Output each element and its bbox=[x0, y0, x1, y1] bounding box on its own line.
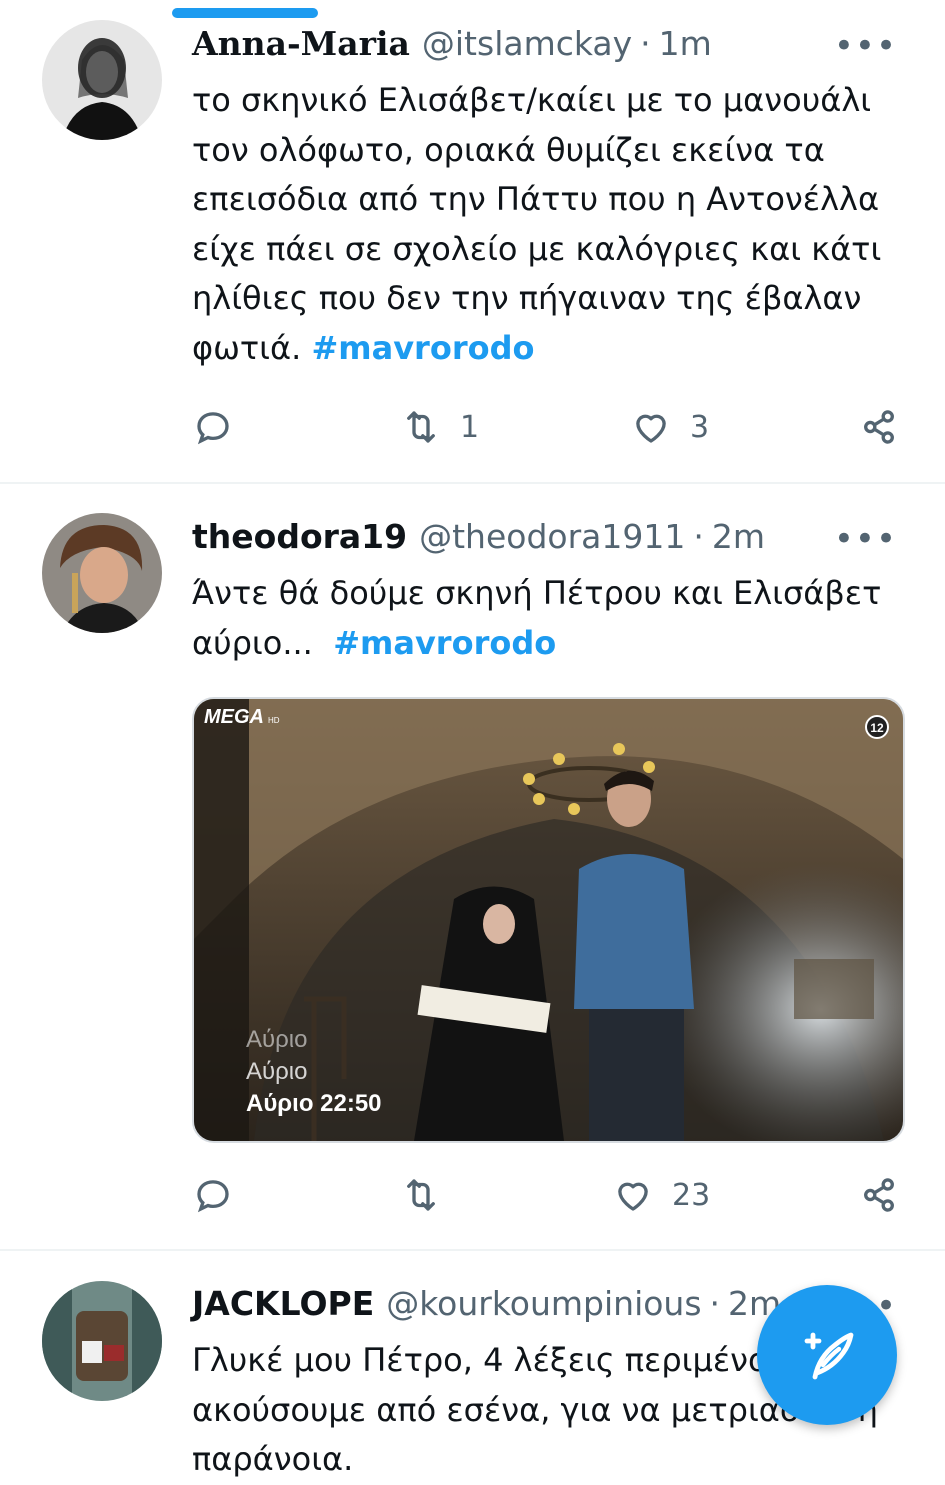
avatar[interactable] bbox=[42, 513, 162, 633]
tweet-media-image[interactable]: MEGA HD 12 Αύριο Αύριο Αύριο 22:50 bbox=[192, 697, 905, 1143]
text-line: φωτιά. #mavrorodo bbox=[192, 324, 912, 374]
separator-dot: · bbox=[640, 24, 651, 63]
avatar-image bbox=[42, 513, 162, 633]
share-icon bbox=[864, 410, 894, 444]
like-button[interactable]: 3 bbox=[630, 406, 709, 448]
action-bar: 1 3 bbox=[192, 406, 902, 446]
retweet-button[interactable]: 1 bbox=[400, 406, 479, 448]
avatar[interactable] bbox=[42, 1281, 162, 1401]
retweet-button[interactable] bbox=[400, 1174, 460, 1216]
tweet-header: JACKLOPE @kourkoumpinious · 2m bbox=[192, 1284, 781, 1328]
tweet-header: Anna-Maria @itslamckay · 1m bbox=[192, 24, 712, 68]
text-fragment: φωτιά. bbox=[192, 328, 312, 367]
compose-tweet-button[interactable] bbox=[757, 1285, 897, 1425]
like-count: 23 bbox=[672, 1177, 711, 1213]
user-handle[interactable]: @kourkoumpinious bbox=[386, 1284, 701, 1323]
avatar-image bbox=[42, 20, 162, 140]
text-line: τον ολόφωτο, οριακά θυμίζει εκείνα τα bbox=[192, 130, 825, 169]
text-fragment: αύριο... bbox=[192, 623, 334, 662]
reply-icon bbox=[197, 1180, 229, 1213]
retweet-icon bbox=[407, 411, 435, 443]
display-name[interactable]: theodora19 bbox=[192, 517, 407, 556]
action-bar: 23 bbox=[192, 1174, 902, 1214]
text-line: επεισόδια από την Πάττυ που η Αντονέλλα bbox=[192, 180, 880, 218]
overlay-line: Αύριο 22:50 bbox=[246, 1090, 382, 1117]
like-icon bbox=[636, 414, 666, 443]
scroll-indicator bbox=[172, 8, 318, 18]
overlay-line: Αύριο bbox=[246, 1058, 307, 1085]
avatar-image bbox=[42, 1281, 162, 1401]
timestamp[interactable]: 1m bbox=[659, 24, 712, 63]
text-line: αύριο... #mavrorodo bbox=[192, 619, 912, 669]
tweet-text: Άντε θά δούμε σκηνή Πέτρου και Ελισάβετ … bbox=[192, 569, 912, 668]
separator-dot: · bbox=[693, 517, 704, 556]
user-handle[interactable]: @itslamckay bbox=[422, 24, 632, 63]
display-name[interactable]: Anna-Maria bbox=[192, 24, 410, 63]
text-line: το σκηνικό Ελισάβετ/καίει με το μανουάλι bbox=[192, 81, 872, 119]
hashtag-link[interactable]: #mavrorodo bbox=[311, 329, 534, 367]
overlay-line: Αύριο bbox=[246, 1026, 307, 1053]
reply-button[interactable] bbox=[192, 406, 234, 448]
display-name[interactable]: JACKLOPE bbox=[192, 1284, 374, 1323]
tweet-text: το σκηνικό Ελισάβετ/καίει με το μανουάλι… bbox=[192, 76, 912, 373]
rating-label: 12 bbox=[870, 721, 884, 735]
text-line: Άντε θά δούμε σκηνή Πέτρου και Ελισάβετ bbox=[192, 574, 882, 612]
timestamp[interactable]: 2m bbox=[712, 517, 765, 556]
reply-icon bbox=[197, 412, 229, 445]
channel-logo: MEGA bbox=[204, 706, 264, 728]
text-line: είχε πάει σε σχολείο με καλόγριες και κά… bbox=[192, 229, 882, 268]
more-options-button[interactable]: ••• bbox=[834, 519, 897, 559]
user-handle[interactable]: @theodora1911 bbox=[419, 517, 685, 556]
share-icon bbox=[864, 1178, 894, 1212]
text-line: ηλίθιες που δεν την πήγαιναν της έβαλαν bbox=[192, 279, 862, 317]
retweet-count: 1 bbox=[460, 409, 480, 445]
share-button[interactable] bbox=[858, 406, 900, 448]
like-button[interactable]: 23 bbox=[612, 1174, 710, 1216]
tv-screenshot: MEGA HD 12 Αύριο Αύριο Αύριο 22:50 bbox=[194, 699, 903, 1141]
retweet-icon bbox=[407, 1179, 435, 1211]
like-count: 3 bbox=[690, 409, 710, 445]
channel-hd-label: HD bbox=[268, 716, 280, 725]
like-icon bbox=[618, 1182, 648, 1211]
share-button[interactable] bbox=[858, 1174, 900, 1216]
compose-tweet-icon bbox=[804, 1332, 854, 1380]
text-line: παράνοια. bbox=[192, 1440, 354, 1478]
avatar[interactable] bbox=[42, 20, 162, 140]
tweet-header: theodora19 @theodora1911 · 2m bbox=[192, 517, 765, 561]
reply-button[interactable] bbox=[192, 1174, 234, 1216]
tweet-divider bbox=[0, 482, 945, 484]
hashtag-link[interactable]: #mavrorodo bbox=[333, 624, 556, 662]
tweet-divider bbox=[0, 1249, 945, 1251]
more-options-button[interactable]: ••• bbox=[834, 26, 897, 66]
separator-dot: · bbox=[709, 1284, 721, 1323]
